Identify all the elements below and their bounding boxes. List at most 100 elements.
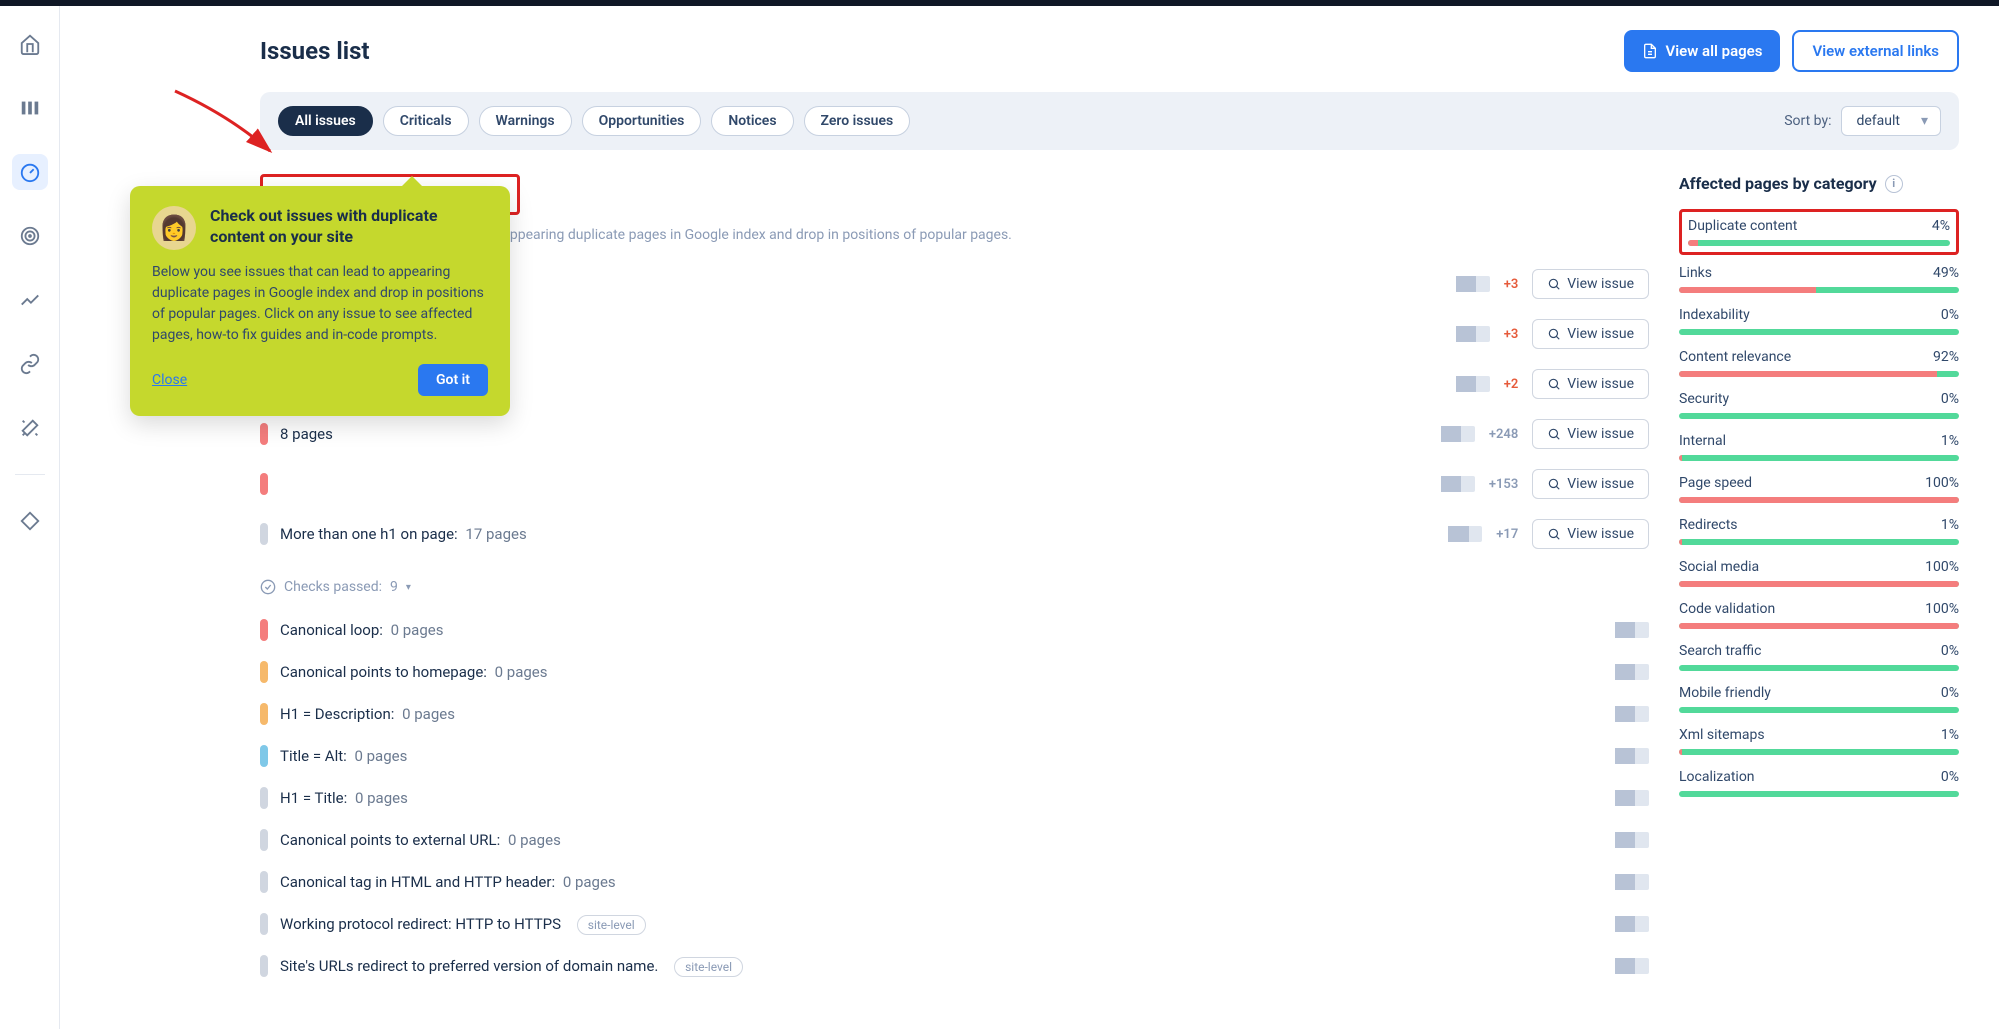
issue-label: H1 = Description: 0 pages (280, 705, 455, 723)
tooltip-close-link[interactable]: Close (152, 372, 187, 388)
category-bar (1679, 329, 1959, 335)
trend-icon[interactable] (12, 282, 48, 318)
delta-value: +3 (1504, 327, 1519, 342)
issue-row[interactable]: H1 = Description: 0 pages (260, 693, 1649, 735)
category-bar (1679, 623, 1959, 629)
filter-pill-notices[interactable]: Notices (711, 106, 793, 136)
wand-icon[interactable] (12, 410, 48, 446)
issue-label: Working protocol redirect: HTTP to HTTPS… (280, 915, 646, 933)
category-name: Content relevance (1679, 349, 1791, 365)
view-issue-button[interactable]: View issue (1532, 419, 1649, 449)
view-issue-button[interactable]: View issue (1532, 319, 1649, 349)
category-row[interactable]: Internal1% (1679, 433, 1959, 461)
category-row[interactable]: Social media100% (1679, 559, 1959, 587)
category-pct: 4% (1932, 218, 1950, 234)
delta-value: +2 (1504, 377, 1519, 392)
issue-row[interactable]: 8 pages +248 View issue (260, 409, 1649, 459)
issue-row[interactable]: +153 View issue (260, 459, 1649, 509)
issue-row[interactable]: H1 = Title: 0 pages (260, 777, 1649, 819)
delta-value: +153 (1489, 477, 1518, 492)
category-row[interactable]: Links49% (1679, 265, 1959, 293)
category-name: Security (1679, 391, 1729, 407)
filter-pill-criticals[interactable]: Criticals (383, 106, 469, 136)
delta-value: +17 (1496, 527, 1518, 542)
issue-row[interactable]: Site's URLs redirect to preferred versio… (260, 945, 1649, 987)
target-icon[interactable] (12, 218, 48, 254)
sort-select[interactable]: default (1841, 106, 1941, 136)
category-bar (1679, 749, 1959, 755)
spark-bar (1615, 874, 1649, 890)
issue-label: 8 pages (280, 425, 333, 443)
view-issue-button[interactable]: View issue (1532, 369, 1649, 399)
category-name: Indexability (1679, 307, 1750, 323)
link-icon[interactable] (12, 346, 48, 382)
issue-row[interactable]: Canonical points to homepage: 0 pages (260, 651, 1649, 693)
search-icon (1547, 477, 1561, 491)
category-name: Search traffic (1679, 643, 1761, 659)
category-row[interactable]: Mobile friendly0% (1679, 685, 1959, 713)
category-row[interactable]: Security0% (1679, 391, 1959, 419)
severity-indicator (260, 423, 268, 445)
category-pct: 0% (1941, 769, 1959, 785)
tooltip-got-it-button[interactable]: Got it (418, 364, 488, 396)
view-all-pages-label: View all pages (1666, 42, 1763, 60)
spark-bar (1615, 664, 1649, 680)
severity-indicator (260, 787, 268, 809)
spark-bar (1615, 832, 1649, 848)
category-bar (1679, 287, 1959, 293)
spark-bar (1615, 790, 1649, 806)
category-row[interactable]: Duplicate content4% (1679, 209, 1959, 255)
page-title: Issues list (260, 37, 370, 65)
sort-value: default (1856, 113, 1900, 129)
category-bar (1679, 707, 1959, 713)
checks-passed-count: 9 (390, 579, 398, 595)
diamond-icon[interactable] (12, 503, 48, 539)
view-external-links-button[interactable]: View external links (1792, 30, 1959, 72)
category-bar (1679, 665, 1959, 671)
issue-row[interactable]: Title = Alt: 0 pages (260, 735, 1649, 777)
category-name: Code validation (1679, 601, 1775, 617)
site-level-badge: site-level (577, 915, 646, 935)
category-row[interactable]: Localization0% (1679, 769, 1959, 797)
category-row[interactable]: Content relevance92% (1679, 349, 1959, 377)
category-name: Xml sitemaps (1679, 727, 1765, 743)
gauge-icon[interactable] (12, 154, 48, 190)
delta-value: +3 (1504, 277, 1519, 292)
issue-row[interactable]: Canonical tag in HTML and HTTP header: 0… (260, 861, 1649, 903)
spark-bar (1456, 326, 1490, 342)
category-row[interactable]: Xml sitemaps1% (1679, 727, 1959, 755)
filter-pill-warnings[interactable]: Warnings (479, 106, 572, 136)
filter-pill-all-issues[interactable]: All issues (278, 106, 373, 136)
filter-pill-zero-issues[interactable]: Zero issues (804, 106, 911, 136)
category-row[interactable]: Page speed100% (1679, 475, 1959, 503)
filter-pill-opportunities[interactable]: Opportunities (582, 106, 702, 136)
category-row[interactable]: Code validation 100% (1679, 601, 1959, 629)
view-issue-button[interactable]: View issue (1532, 469, 1649, 499)
info-icon[interactable]: i (1885, 175, 1903, 193)
view-issue-button[interactable]: View issue (1532, 269, 1649, 299)
view-all-pages-button[interactable]: View all pages (1624, 30, 1781, 72)
columns-icon[interactable] (12, 90, 48, 126)
category-pct: 100% (1925, 559, 1959, 575)
issue-row[interactable]: Working protocol redirect: HTTP to HTTPS… (260, 903, 1649, 945)
category-row[interactable]: Indexability 0% (1679, 307, 1959, 335)
category-row[interactable]: Redirects1% (1679, 517, 1959, 545)
category-bar (1688, 240, 1950, 246)
severity-indicator (260, 661, 268, 683)
spark-bar (1615, 958, 1649, 974)
severity-indicator (260, 703, 268, 725)
home-icon[interactable] (12, 26, 48, 62)
spark-bar (1448, 526, 1482, 542)
issue-row[interactable]: Canonical loop: 0 pages (260, 609, 1649, 651)
category-bar (1679, 539, 1959, 545)
category-pct: 100% (1925, 601, 1959, 617)
checks-passed-row[interactable]: Checks passed: 9 ▾ (260, 579, 1649, 595)
issue-row[interactable]: Canonical points to external URL: 0 page… (260, 819, 1649, 861)
check-circle-icon (260, 579, 276, 595)
category-row[interactable]: Search traffic0% (1679, 643, 1959, 671)
issue-row[interactable]: More than one h1 on page: 17 pages +17 V… (260, 509, 1649, 559)
spark-bar (1615, 748, 1649, 764)
sidebar (0, 6, 60, 1029)
view-issue-button[interactable]: View issue (1532, 519, 1649, 549)
category-pct: 0% (1941, 307, 1959, 323)
